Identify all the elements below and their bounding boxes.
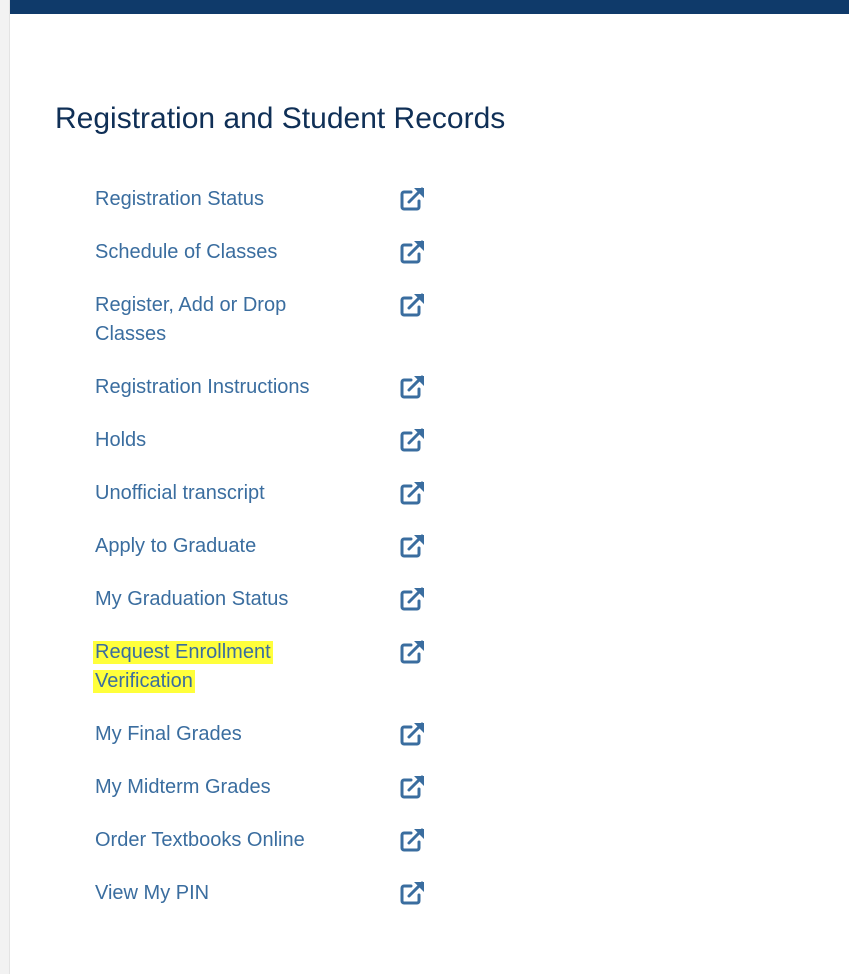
link-label: View My PIN (95, 882, 210, 904)
external-link-icon[interactable] (399, 880, 427, 906)
external-link-icon[interactable] (399, 533, 427, 559)
link-apply-to-graduate[interactable]: Apply to Graduate (95, 532, 335, 561)
link-label: My Graduation Status (95, 588, 289, 610)
link-row-request-enrollment-verification: Request Enrollment Verification (93, 638, 435, 720)
external-link-icon[interactable] (399, 239, 427, 265)
link-view-my-pin[interactable]: View My PIN (95, 879, 335, 908)
links-list: Registration Status Schedule of Classes … (93, 185, 435, 932)
link-label: Schedule of Classes (95, 241, 278, 263)
link-label: My Final Grades (95, 723, 242, 745)
link-row-holds: Holds (95, 426, 435, 479)
top-banner-bar (10, 0, 849, 14)
link-register-add-drop[interactable]: Register, Add or Drop Classes (95, 291, 335, 349)
section-title: Registration and Student Records (55, 102, 506, 135)
link-row-registration-status: Registration Status (95, 185, 435, 238)
link-label: Unofficial transcript (95, 482, 265, 504)
link-row-view-my-pin: View My PIN (95, 879, 435, 932)
link-label: Request Enrollment Verification (93, 641, 273, 693)
link-registration-instructions[interactable]: Registration Instructions (95, 373, 335, 402)
link-label: Holds (95, 429, 147, 451)
external-link-icon[interactable] (399, 374, 427, 400)
link-my-final-grades[interactable]: My Final Grades (95, 720, 335, 749)
link-registration-status[interactable]: Registration Status (95, 185, 335, 214)
link-order-textbooks-online[interactable]: Order Textbooks Online (95, 826, 335, 855)
external-link-icon[interactable] (399, 639, 427, 665)
external-link-icon[interactable] (399, 827, 427, 853)
link-my-midterm-grades[interactable]: My Midterm Grades (95, 773, 335, 802)
external-link-icon[interactable] (399, 292, 427, 318)
external-link-icon[interactable] (399, 586, 427, 612)
link-row-my-final-grades: My Final Grades (95, 720, 435, 773)
link-row-unofficial-transcript: Unofficial transcript (95, 479, 435, 532)
link-label: Registration Instructions (95, 376, 310, 398)
link-unofficial-transcript[interactable]: Unofficial transcript (95, 479, 335, 508)
external-link-icon[interactable] (399, 721, 427, 747)
external-link-icon[interactable] (399, 480, 427, 506)
left-edge-border (0, 0, 10, 974)
link-row-my-midterm-grades: My Midterm Grades (95, 773, 435, 826)
link-row-order-textbooks-online: Order Textbooks Online (95, 826, 435, 879)
link-row-apply-to-graduate: Apply to Graduate (95, 532, 435, 585)
link-row-my-graduation-status: My Graduation Status (95, 585, 435, 638)
external-link-icon[interactable] (399, 186, 427, 212)
link-holds[interactable]: Holds (95, 426, 335, 455)
link-request-enrollment-verification[interactable]: Request Enrollment Verification (93, 638, 335, 696)
link-row-schedule-of-classes: Schedule of Classes (95, 238, 435, 291)
link-label: Registration Status (95, 188, 264, 210)
external-link-icon[interactable] (399, 427, 427, 453)
link-label: Apply to Graduate (95, 535, 257, 557)
link-schedule-of-classes[interactable]: Schedule of Classes (95, 238, 335, 267)
link-label: Order Textbooks Online (95, 829, 305, 851)
link-row-registration-instructions: Registration Instructions (95, 373, 435, 426)
external-link-icon[interactable] (399, 774, 427, 800)
link-label: My Midterm Grades (95, 776, 271, 798)
link-row-register-add-drop: Register, Add or Drop Classes (95, 291, 435, 373)
link-my-graduation-status[interactable]: My Graduation Status (95, 585, 335, 614)
link-label: Register, Add or Drop Classes (95, 294, 287, 345)
